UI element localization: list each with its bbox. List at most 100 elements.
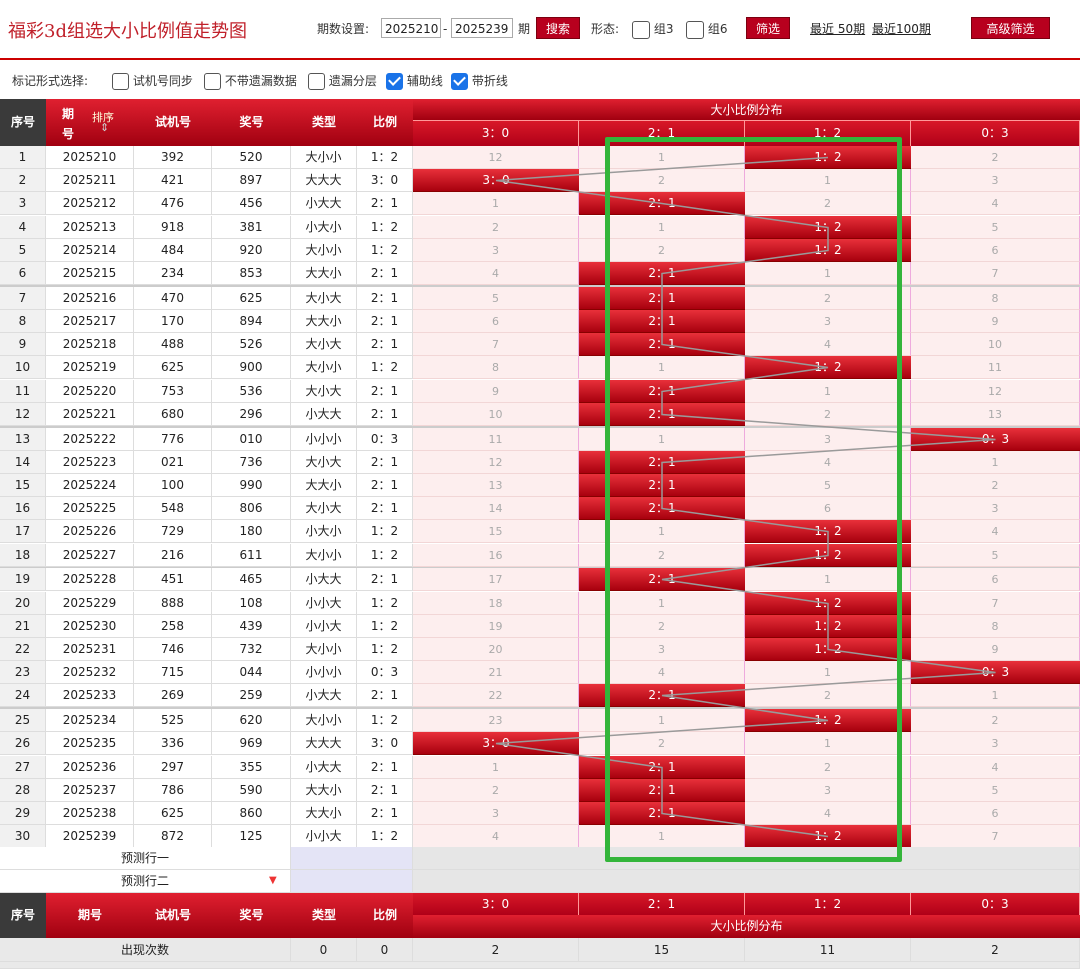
row-ratio: 2：1 — [357, 380, 413, 403]
row-type: 大小大 — [291, 380, 357, 403]
row-draw: 860 — [212, 802, 291, 825]
row-period: 2025235 — [46, 732, 134, 755]
row-type: 大小小 — [291, 146, 357, 169]
group3-option[interactable]: 组3 — [632, 18, 673, 40]
group3-checkbox[interactable] — [632, 20, 650, 39]
row-type: 大大小 — [291, 262, 357, 285]
recent-100-link[interactable]: 最近100期 — [872, 20, 931, 37]
row-trial: 918 — [134, 216, 212, 239]
sort-arrow-icon[interactable]: ⇕ — [100, 121, 109, 134]
row-ratio: 2：1 — [357, 474, 413, 497]
dist-omission-cell: 4 — [911, 756, 1080, 779]
row-seq: 23 — [0, 661, 46, 684]
row-seq: 3 — [0, 192, 46, 215]
row-type: 小大大 — [291, 192, 357, 215]
aux-line-checkbox[interactable] — [386, 73, 403, 90]
aux-line-option[interactable]: 辅助线 — [386, 72, 443, 90]
form-label: 形态: — [591, 22, 620, 36]
dist-omission-cell: 13 — [413, 474, 579, 497]
dist-omission-cell: 9 — [911, 310, 1080, 333]
row-draw: 590 — [212, 779, 291, 802]
dist-omission-cell: 1 — [413, 192, 579, 215]
row-trial: 258 — [134, 615, 212, 638]
omission-layer-label: 遗漏分层 — [328, 74, 377, 88]
omission-layer-option[interactable]: 遗漏分层 — [308, 72, 377, 90]
polyline-checkbox[interactable] — [451, 73, 468, 90]
predict-row-2-input[interactable] — [291, 870, 413, 893]
row-draw: 732 — [212, 638, 291, 661]
filter-button[interactable]: 筛选 — [746, 17, 790, 39]
row-trial: 470 — [134, 287, 212, 310]
dist-omission-cell: 18 — [413, 592, 579, 615]
group6-checkbox[interactable] — [686, 20, 704, 39]
dist-omission-cell: 2 — [745, 684, 911, 707]
dist-omission-cell: 1 — [579, 216, 745, 239]
row-type: 大大大 — [291, 732, 357, 755]
dist-omission-cell: 3 — [413, 802, 579, 825]
dist-omission-cell: 19 — [413, 615, 579, 638]
row-trial: 548 — [134, 497, 212, 520]
row-seq: 16 — [0, 497, 46, 520]
row-type: 小小大 — [291, 615, 357, 638]
row-draw: 620 — [212, 709, 291, 732]
dist-omission-cell: 4 — [745, 333, 911, 356]
row-seq: 19 — [0, 568, 46, 591]
dist-omission-cell: 5 — [745, 474, 911, 497]
dist-omission-cell: 1 — [745, 380, 911, 403]
predict-row-1-label[interactable]: 预测行一 — [0, 847, 291, 870]
omission-layer-checkbox[interactable] — [308, 73, 325, 90]
advanced-filter-button[interactable]: 高级筛选 — [971, 17, 1050, 39]
predict-row-2-area[interactable] — [413, 870, 1080, 893]
dist-omission-cell: 1 — [579, 146, 745, 169]
row-trial: 021 — [134, 451, 212, 474]
header-dist-col-1: 2：1 — [579, 121, 745, 146]
dist-omission-cell: 1 — [911, 451, 1080, 474]
search-button[interactable]: 搜索 — [536, 17, 580, 39]
row-trial: 776 — [134, 428, 212, 451]
trial-sync-checkbox[interactable] — [112, 73, 129, 90]
dist-hit-cell: 1：2 — [745, 239, 911, 262]
row-ratio: 2：1 — [357, 568, 413, 591]
dist-omission-cell: 5 — [911, 544, 1080, 567]
row-type: 小大大 — [291, 684, 357, 707]
row-trial: 451 — [134, 568, 212, 591]
polyline-option[interactable]: 带折线 — [451, 72, 508, 90]
row-seq: 29 — [0, 802, 46, 825]
dist-omission-cell: 3 — [911, 732, 1080, 755]
footer-header-trial: 试机号 — [134, 893, 212, 938]
row-draw: 465 — [212, 568, 291, 591]
period-end-input[interactable]: 2025239 — [451, 18, 513, 38]
dist-hit-cell: 0：3 — [911, 428, 1080, 451]
row-draw: 355 — [212, 756, 291, 779]
no-omission-checkbox[interactable] — [204, 73, 221, 90]
arrow-down-icon[interactable]: ▼ — [269, 875, 277, 886]
header-dist-col-0: 3：0 — [413, 121, 579, 146]
row-seq: 30 — [0, 825, 46, 848]
dist-omission-cell: 4 — [911, 192, 1080, 215]
predict-row-1-area[interactable] — [413, 847, 1080, 870]
period-start-input[interactable]: 2025210 — [381, 18, 441, 38]
dist-omission-cell: 1 — [911, 684, 1080, 707]
dist-omission-cell: 13 — [911, 403, 1080, 426]
row-trial: 297 — [134, 756, 212, 779]
recent-50-link[interactable]: 最近 50期 — [810, 20, 865, 37]
row-period: 2025221 — [46, 403, 134, 426]
dist-hit-cell: 2：1 — [579, 802, 745, 825]
dist-omission-cell: 5 — [911, 779, 1080, 802]
dist-hit-cell: 2：1 — [579, 684, 745, 707]
no-omission-option[interactable]: 不带遗漏数据 — [204, 72, 297, 90]
stats-label: 出现次数 — [0, 938, 291, 962]
group6-option[interactable]: 组6 — [686, 18, 727, 40]
row-type: 大大小 — [291, 779, 357, 802]
trial-sync-option[interactable]: 试机号同步 — [112, 72, 193, 90]
dist-hit-cell: 2：1 — [579, 497, 745, 520]
row-period: 2025222 — [46, 428, 134, 451]
dist-omission-cell: 15 — [413, 520, 579, 543]
predict-row-1-input[interactable] — [291, 847, 413, 870]
row-ratio: 1：2 — [357, 592, 413, 615]
predict-row-2-label[interactable]: 预测行二 — [0, 870, 291, 893]
dist-omission-cell: 1 — [579, 825, 745, 848]
row-draw: 381 — [212, 216, 291, 239]
dist-omission-cell: 12 — [911, 380, 1080, 403]
row-ratio: 1：2 — [357, 615, 413, 638]
